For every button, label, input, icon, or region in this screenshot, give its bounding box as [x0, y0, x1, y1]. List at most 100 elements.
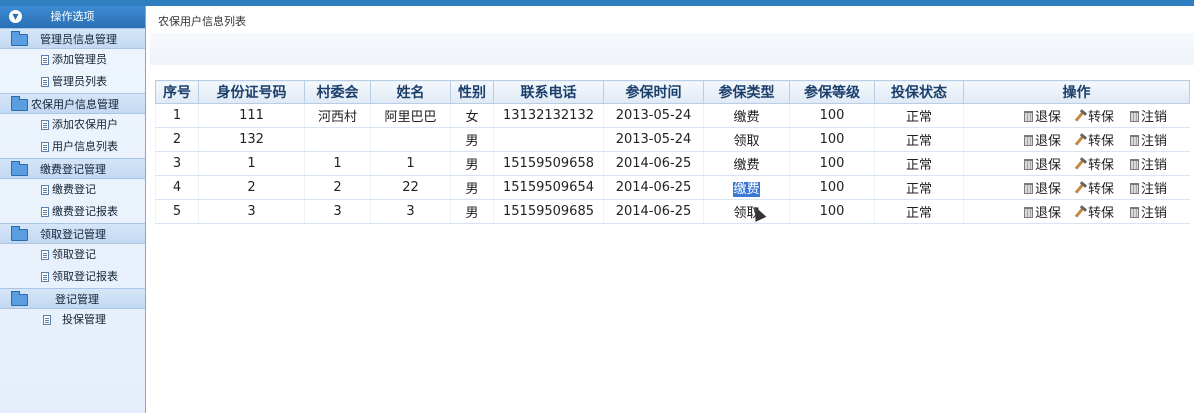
menu-item-add-admin[interactable]: 添加管理员	[0, 49, 145, 71]
action-label[interactable]: 退保	[1035, 206, 1061, 221]
table-cell: 2013-05-24	[603, 103, 704, 128]
cell-value: 缴费	[733, 182, 760, 197]
transfer-button[interactable]: 转保	[1077, 106, 1114, 125]
user-info-table: 序号 身份证号码 村委会 姓名 性别 联系电话 参保时间 参保类型 参保等级 投…	[155, 80, 1190, 224]
cell-value: 缴费	[733, 158, 760, 173]
table-cell: 1	[198, 151, 305, 176]
action-label[interactable]: 退保	[1035, 134, 1061, 149]
cell-value: 2013-05-24	[615, 132, 692, 147]
table-cell: 15159509685	[493, 199, 604, 224]
action-label[interactable]: 注销	[1141, 182, 1167, 197]
withdraw-button[interactable]: 退保	[1024, 106, 1061, 125]
cell-value: 100	[819, 156, 845, 171]
trash-icon	[1024, 207, 1033, 218]
column-header: 参保等级	[789, 80, 875, 104]
table-cell: 正常	[874, 199, 964, 224]
cell-value: 2	[333, 180, 342, 195]
sidebar-header-label: 操作选项	[50, 10, 95, 23]
table-cell: 河西村	[304, 103, 371, 128]
action-label[interactable]: 注销	[1141, 134, 1167, 149]
collapse-arrow-icon[interactable]: ▼	[9, 10, 22, 23]
table-cell: 13132132132	[493, 103, 604, 128]
table-cell: 1	[155, 103, 199, 128]
document-icon	[43, 315, 51, 325]
table-cell: 正常	[874, 127, 964, 152]
menu-item-insurance-manage[interactable]: 投保管理	[0, 309, 145, 331]
withdraw-button[interactable]: 退保	[1024, 178, 1061, 197]
cell-value: 阿里巴巴	[384, 110, 437, 125]
menu-group-admin[interactable]: 管理员信息管理	[0, 28, 145, 49]
action-label[interactable]: 转保	[1088, 134, 1114, 149]
action-label[interactable]: 注销	[1141, 158, 1167, 173]
column-header: 村委会	[304, 80, 371, 104]
trash-icon	[1130, 159, 1140, 170]
transfer-button[interactable]: 转保	[1077, 154, 1114, 173]
document-icon	[41, 55, 49, 65]
table-cell: 2	[198, 175, 305, 200]
action-label[interactable]: 转保	[1088, 158, 1114, 173]
withdraw-button[interactable]: 退保	[1024, 130, 1061, 149]
column-header: 投保状态	[874, 80, 964, 104]
document-icon	[41, 120, 49, 130]
transfer-button[interactable]: 转保	[1077, 202, 1114, 221]
menu-group-payment[interactable]: 缴费登记管理	[0, 158, 145, 179]
table-cell: 4	[155, 175, 199, 200]
cancel-button[interactable]: 注销	[1130, 106, 1167, 125]
table-cell: 2014-06-25	[603, 175, 704, 200]
table-cell	[493, 127, 604, 152]
action-label[interactable]: 退保	[1035, 110, 1061, 125]
menu-item-add-user[interactable]: 添加农保用户	[0, 114, 145, 136]
cell-value: 3	[172, 156, 182, 171]
cell-value: 3	[247, 204, 256, 219]
cell-value: 3	[333, 204, 342, 219]
transfer-button[interactable]: 转保	[1077, 130, 1114, 149]
table-cell: 3	[155, 151, 199, 176]
menu-group-user-info[interactable]: 农保用户信息管理	[0, 93, 145, 114]
table-cell: 3	[370, 199, 451, 224]
table-cell: 2	[304, 175, 371, 200]
cell-value: 男	[465, 206, 479, 221]
table-cell: 100	[789, 103, 875, 128]
transfer-button[interactable]: 转保	[1077, 178, 1114, 197]
column-header: 参保类型	[703, 80, 790, 104]
sidebar-header[interactable]: ▼ 操作选项	[0, 6, 145, 28]
cell-value: 2	[172, 132, 182, 147]
menu-item-payment-register[interactable]: 缴费登记	[0, 179, 145, 201]
hammer-icon	[1077, 111, 1086, 122]
trash-icon	[1130, 135, 1140, 146]
cancel-button[interactable]: 注销	[1130, 130, 1167, 149]
withdraw-button[interactable]: 退保	[1024, 202, 1061, 221]
document-icon	[41, 250, 49, 260]
menu-item-claim-register[interactable]: 领取登记	[0, 244, 145, 266]
table-cell: 2014-06-25	[603, 151, 704, 176]
action-label[interactable]: 退保	[1035, 158, 1061, 173]
cancel-button[interactable]: 注销	[1130, 154, 1167, 173]
cancel-button[interactable]: 注销	[1130, 202, 1167, 221]
table-cell: 男	[450, 175, 494, 200]
menu-group-registration[interactable]: 登记管理	[0, 288, 145, 309]
table-cell: 缴费	[703, 103, 790, 128]
withdraw-button[interactable]: 退保	[1024, 154, 1061, 173]
action-label[interactable]: 转保	[1088, 206, 1114, 221]
menu-item-payment-report[interactable]: 缴费登记报表	[0, 201, 145, 223]
action-label[interactable]: 注销	[1141, 110, 1167, 125]
action-label[interactable]: 退保	[1035, 182, 1061, 197]
trash-icon	[1024, 135, 1033, 146]
menu-item-user-list[interactable]: 用户信息列表	[0, 136, 145, 158]
menu-item-claim-report[interactable]: 领取登记报表	[0, 266, 145, 288]
cell-value: 1	[247, 156, 256, 171]
action-label[interactable]: 转保	[1088, 110, 1114, 125]
action-label[interactable]: 转保	[1088, 182, 1114, 197]
menu-item-admin-list[interactable]: 管理员列表	[0, 71, 145, 93]
cell-value: 132	[239, 132, 264, 147]
table-header-row: 序号 身份证号码 村委会 姓名 性别 联系电话 参保时间 参保类型 参保等级 投…	[155, 80, 1190, 104]
table-cell: 正常	[874, 151, 964, 176]
cancel-button[interactable]: 注销	[1130, 178, 1167, 197]
table-cell: 2013-05-24	[603, 127, 704, 152]
action-label[interactable]: 注销	[1141, 206, 1167, 221]
folder-icon	[11, 161, 28, 176]
menu-group-claim[interactable]: 领取登记管理	[0, 223, 145, 244]
cell-value: 2013-05-24	[615, 108, 692, 123]
cell-value: 15159509654	[503, 180, 594, 195]
trash-icon	[1024, 159, 1033, 170]
